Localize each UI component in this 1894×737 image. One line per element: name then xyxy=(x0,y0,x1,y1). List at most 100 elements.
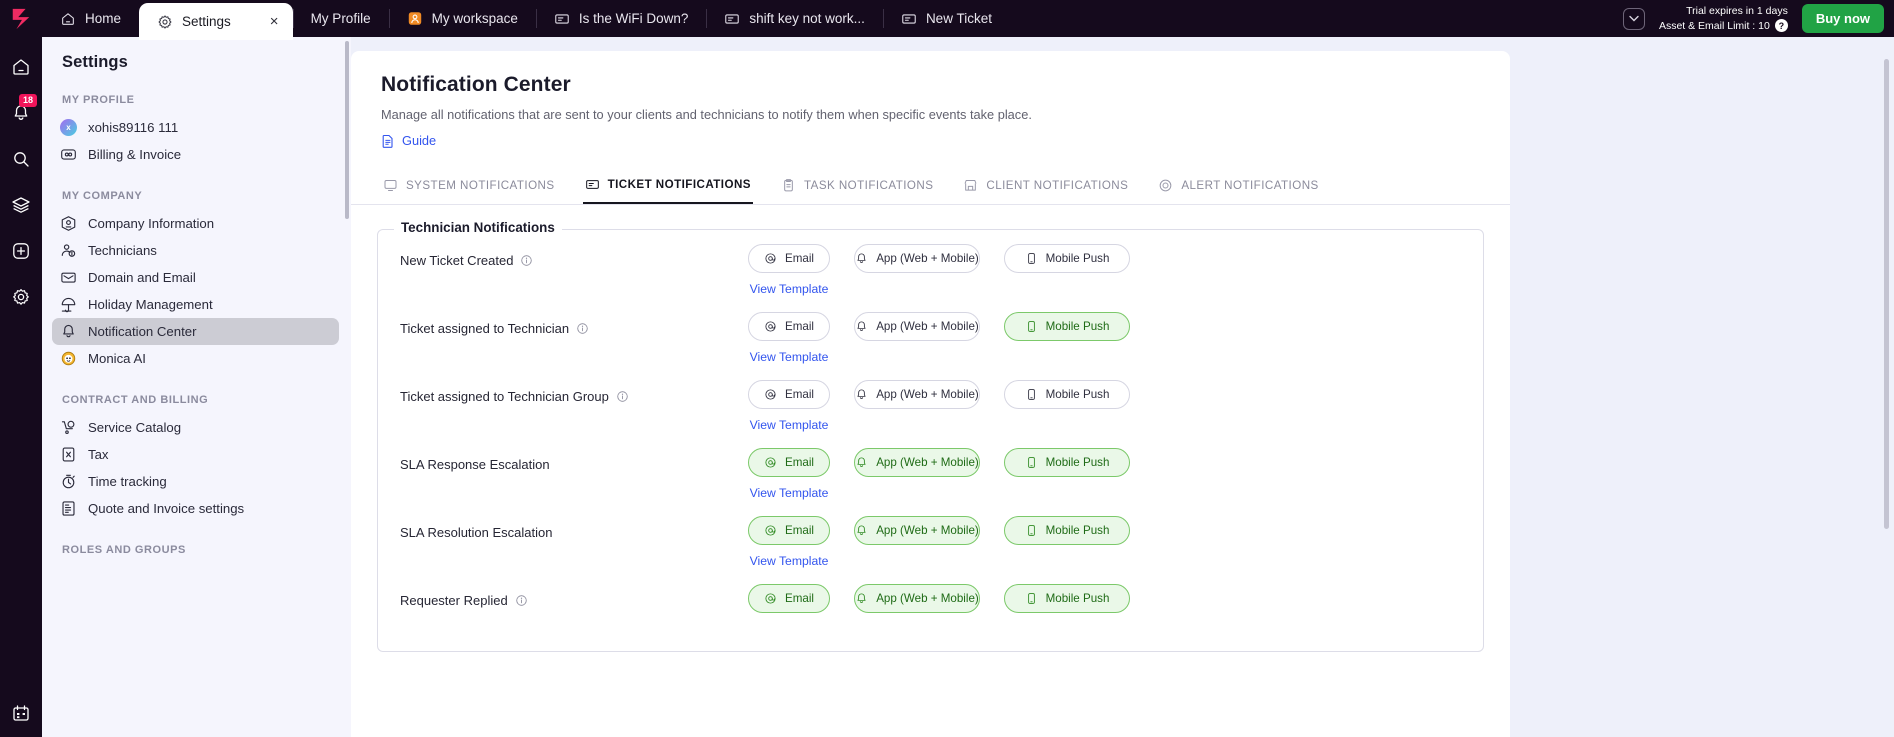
app-web-mobile-toggle-button[interactable]: App (Web + Mobile) xyxy=(854,244,980,273)
app-web-mobile-toggle-button[interactable]: App (Web + Mobile) xyxy=(854,584,980,613)
mobile-push-label: Mobile Push xyxy=(1045,456,1110,469)
tab-system-notifications[interactable]: SYSTEM NOTIFICATIONS xyxy=(381,167,557,203)
notification-channels: Email App (Web + Mobile) Mobile Push xyxy=(748,584,1130,634)
browser-tab-my-workspace[interactable]: My workspace xyxy=(388,0,536,37)
sidebar-item-label: Company Information xyxy=(88,216,215,231)
home-icon[interactable] xyxy=(9,55,33,79)
store-icon xyxy=(963,178,978,193)
layers-icon[interactable] xyxy=(9,193,33,217)
info-icon[interactable] xyxy=(576,322,589,335)
envelope-icon xyxy=(60,269,77,286)
mobile-push-toggle-button[interactable]: Mobile Push xyxy=(1004,312,1130,341)
browser-tab-label: Is the WiFi Down? xyxy=(578,11,689,26)
sidebar-item-xohis89116-111[interactable]: x xohis89116 111 xyxy=(52,114,339,141)
sidebar-item-notification-center[interactable]: Notification Center xyxy=(52,318,339,345)
search-icon[interactable] xyxy=(9,147,33,171)
email-toggle-button[interactable]: Email xyxy=(748,244,830,273)
close-icon[interactable]: × xyxy=(270,14,279,29)
sidebar-item-technicians[interactable]: Technicians xyxy=(52,237,339,264)
mobile-push-toggle-button[interactable]: Mobile Push xyxy=(1004,380,1130,409)
gear-icon[interactable] xyxy=(9,285,33,309)
info-icon[interactable] xyxy=(616,390,629,403)
email-toggle-button[interactable]: Email xyxy=(748,312,830,341)
sidebar-item-label: Tax xyxy=(88,447,109,462)
sidebar-scrollbar[interactable] xyxy=(345,41,349,219)
sidebar-item-company-information[interactable]: Company Information xyxy=(52,210,339,237)
calendar-icon[interactable] xyxy=(9,701,33,725)
browser-tab-is-the-wifi-down[interactable]: Is the WiFi Down? xyxy=(535,0,707,37)
sidebar-item-holiday-management[interactable]: Holiday Management xyxy=(52,291,339,318)
ticket-icon xyxy=(901,11,917,27)
email-toggle-button[interactable]: Email xyxy=(748,448,830,477)
tab-task-notifications[interactable]: TASK NOTIFICATIONS xyxy=(779,167,935,203)
sidebar-item-service-catalog[interactable]: Service Catalog xyxy=(52,414,339,441)
email-column: Email View Template xyxy=(748,516,830,568)
email-toggle-button[interactable]: Email xyxy=(748,584,830,613)
stopwatch-icon xyxy=(60,473,77,490)
sidebar-item-billing-invoice[interactable]: Billing & Invoice xyxy=(52,141,339,168)
mobile-push-toggle-button[interactable]: Mobile Push xyxy=(1004,516,1130,545)
browser-tab-settings[interactable]: Settings × xyxy=(139,3,293,40)
phone-push-icon xyxy=(1025,320,1038,333)
view-template-link[interactable]: View Template xyxy=(750,418,829,432)
notification-label-text: Ticket assigned to Technician xyxy=(400,321,570,336)
email-toggle-button[interactable]: Email xyxy=(748,380,830,409)
add-plus-icon[interactable] xyxy=(9,239,33,263)
sidebar-item-quote-and-invoice-settings[interactable]: Quote and Invoice settings xyxy=(52,495,339,522)
tab-ticket-notifications[interactable]: TICKET NOTIFICATIONS xyxy=(582,166,753,204)
ticket-icon xyxy=(724,11,740,27)
alert-icon xyxy=(1158,178,1173,193)
mobile-push-toggle-button[interactable]: Mobile Push xyxy=(1004,584,1130,613)
info-icon[interactable] xyxy=(515,594,528,607)
app-web-mobile-toggle-button[interactable]: App (Web + Mobile) xyxy=(854,516,980,545)
home-icon xyxy=(60,11,76,27)
at-icon xyxy=(764,592,777,605)
notification-label-text: Ticket assigned to Technician Group xyxy=(400,389,609,404)
notification-row: Requester Replied Email App (Web + Mobile)… xyxy=(378,570,1483,637)
app-web-mobile-toggle-button[interactable]: App (Web + Mobile) xyxy=(854,380,980,409)
buy-now-button[interactable]: Buy now xyxy=(1801,4,1884,33)
browser-tab-new-ticket[interactable]: New Ticket xyxy=(882,0,1010,37)
notification-label: SLA Response Escalation xyxy=(400,448,748,472)
app-logo[interactable] xyxy=(0,0,42,37)
monica-ai-icon xyxy=(60,350,77,367)
card-header: Notification Center Manage all notificat… xyxy=(351,51,1510,148)
view-template-link[interactable]: View Template xyxy=(750,486,829,500)
mobile-push-toggle-button[interactable]: Mobile Push xyxy=(1004,244,1130,273)
invoice-icon xyxy=(60,500,77,517)
notifications-bell-icon[interactable]: 18 xyxy=(9,94,38,125)
notification-label-text: SLA Resolution Escalation xyxy=(400,525,553,540)
email-toggle-button[interactable]: Email xyxy=(748,516,830,545)
notification-center-card: Notification Center Manage all notificat… xyxy=(351,51,1510,737)
browser-tab-my-profile[interactable]: My Profile xyxy=(292,0,389,37)
superops-logo-icon xyxy=(12,8,30,29)
browser-tab-shift-key-not-work[interactable]: shift key not work... xyxy=(706,0,883,37)
app-web-mobile-label: App (Web + Mobile) xyxy=(876,456,979,469)
more-tabs-chevron-down-icon[interactable] xyxy=(1622,7,1645,30)
info-icon[interactable] xyxy=(520,254,533,267)
view-template-link[interactable]: View Template xyxy=(750,350,829,364)
tab-client-notifications[interactable]: CLIENT NOTIFICATIONS xyxy=(961,167,1130,203)
sidebar-item-monica-ai[interactable]: Monica AI xyxy=(52,345,339,372)
browser-tab-home[interactable]: Home xyxy=(42,0,139,37)
sidebar-item-tax[interactable]: Tax xyxy=(52,441,339,468)
view-template-link[interactable]: View Template xyxy=(750,282,829,296)
notification-rows-list: New Ticket Created Email View Template App … xyxy=(378,230,1483,637)
notification-channels: Email View Template App (Web + Mobile) Mobi… xyxy=(748,244,1130,296)
main-scrollbar[interactable] xyxy=(1884,59,1889,529)
notification-label: Ticket assigned to Technician Group xyxy=(400,380,748,404)
sidebar-item-label: Time tracking xyxy=(88,474,167,489)
notification-row: New Ticket Created Email View Template App … xyxy=(378,230,1483,298)
sidebar-item-label: Quote and Invoice settings xyxy=(88,501,245,516)
mobile-push-toggle-button[interactable]: Mobile Push xyxy=(1004,448,1130,477)
sidebar-item-time-tracking[interactable]: Time tracking xyxy=(52,468,339,495)
view-template-link[interactable]: View Template xyxy=(750,554,829,568)
sidebar-item-domain-and-email[interactable]: Domain and Email xyxy=(52,264,339,291)
browser-tab-label: New Ticket xyxy=(925,11,992,26)
tab-alert-notifications[interactable]: ALERT NOTIFICATIONS xyxy=(1156,167,1320,203)
help-question-icon[interactable]: ? xyxy=(1774,19,1788,33)
guide-link[interactable]: Guide xyxy=(381,133,1480,148)
app-web-mobile-toggle-button[interactable]: App (Web + Mobile) xyxy=(854,312,980,341)
app-web-mobile-toggle-button[interactable]: App (Web + Mobile) xyxy=(854,448,980,477)
technician-notifications-section: Technician Notifications New Ticket Crea… xyxy=(377,220,1484,652)
